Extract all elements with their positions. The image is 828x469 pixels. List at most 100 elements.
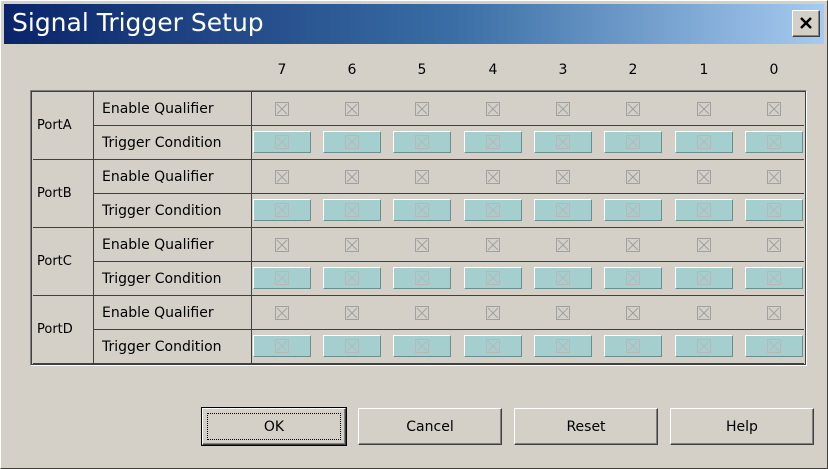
enable-qualifier-checkbox[interactable] [626, 102, 640, 116]
x-mark-icon [416, 340, 428, 352]
trigger-grid: PortA Enable Qualifier Trigger Condition Po… [30, 90, 807, 366]
x-mark-icon [627, 204, 639, 216]
x-mark-icon [416, 272, 428, 284]
trigger-condition-cell[interactable] [464, 131, 522, 153]
enable-qualifier-checkbox[interactable] [556, 102, 570, 116]
trigger-condition-cell[interactable] [745, 131, 803, 153]
enable-qualifier-checkbox[interactable] [415, 238, 429, 252]
x-mark-icon [768, 340, 780, 352]
trigger-condition-cell[interactable] [323, 199, 381, 221]
trigger-condition-cell[interactable] [745, 267, 803, 289]
trigger-condition-cell[interactable] [675, 131, 733, 153]
x-mark-icon [276, 136, 288, 148]
enable-qualifier-checkbox[interactable] [556, 238, 570, 252]
trigger-condition-cell[interactable] [393, 131, 451, 153]
enable-qualifier-checkbox[interactable] [486, 102, 500, 116]
trigger-condition-cell[interactable] [323, 267, 381, 289]
enable-qualifier-checkbox[interactable] [486, 306, 500, 320]
enable-qualifier-checkbox[interactable] [486, 170, 500, 184]
enable-qualifier-checkbox[interactable] [767, 306, 781, 320]
reset-button-label: Reset [566, 418, 606, 435]
trigger-condition-cell[interactable] [675, 199, 733, 221]
close-button[interactable] [792, 10, 820, 37]
port-label: PortC [33, 228, 94, 296]
enable-qualifier-checkbox[interactable] [697, 102, 711, 116]
enable-qualifier-checkbox[interactable] [767, 102, 781, 116]
x-mark-icon [346, 340, 358, 352]
x-mark-icon [768, 103, 780, 115]
trigger-condition-cell[interactable] [323, 335, 381, 357]
trigger-condition-cell[interactable] [604, 335, 662, 357]
trigger-condition-cell[interactable] [253, 199, 311, 221]
trigger-condition-cell[interactable] [675, 335, 733, 357]
enable-qualifier-checkbox[interactable] [275, 102, 289, 116]
enable-qualifier-checkbox[interactable] [275, 170, 289, 184]
x-mark-icon [557, 239, 569, 251]
trigger-condition-cell[interactable] [393, 335, 451, 357]
trigger-condition-cell[interactable] [675, 267, 733, 289]
trigger-condition-cell[interactable] [253, 267, 311, 289]
x-mark-icon [627, 136, 639, 148]
trigger-condition-cell[interactable] [253, 335, 311, 357]
enable-qualifier-checkbox[interactable] [345, 238, 359, 252]
x-mark-icon [416, 103, 428, 115]
enable-qualifier-checkbox[interactable] [556, 306, 570, 320]
trigger-condition-cell[interactable] [604, 199, 662, 221]
x-mark-icon [627, 103, 639, 115]
enable-qualifier-checkbox[interactable] [626, 238, 640, 252]
trigger-condition-cell[interactable] [745, 199, 803, 221]
enable-qualifier-checkbox[interactable] [767, 238, 781, 252]
cancel-button[interactable]: Cancel [358, 408, 502, 445]
x-mark-icon [698, 340, 710, 352]
trigger-condition-cell[interactable] [534, 335, 592, 357]
ok-button[interactable]: OK [201, 407, 347, 446]
x-mark-icon [416, 171, 428, 183]
trigger-condition-cell[interactable] [323, 131, 381, 153]
trigger-condition-cell[interactable] [604, 131, 662, 153]
enable-qualifier-checkbox[interactable] [486, 238, 500, 252]
x-mark-icon [487, 136, 499, 148]
x-mark-icon [487, 204, 499, 216]
enable-qualifier-checkbox[interactable] [415, 170, 429, 184]
enable-qualifier-checkbox[interactable] [767, 170, 781, 184]
enable-qualifier-checkbox[interactable] [345, 306, 359, 320]
x-mark-icon [276, 340, 288, 352]
x-mark-icon [627, 307, 639, 319]
x-mark-icon [487, 340, 499, 352]
trigger-condition-cell[interactable] [393, 267, 451, 289]
trigger-condition-cell[interactable] [253, 131, 311, 153]
enable-qualifier-checkbox[interactable] [275, 306, 289, 320]
title-bar[interactable]: Signal Trigger Setup [4, 4, 824, 44]
trigger-condition-cell[interactable] [464, 335, 522, 357]
reset-button[interactable]: Reset [514, 408, 658, 445]
x-mark-icon [487, 272, 499, 284]
trigger-condition-cell[interactable] [745, 335, 803, 357]
port-label: PortD [33, 296, 94, 364]
trigger-condition-cell[interactable] [464, 267, 522, 289]
enable-qualifier-checkbox[interactable] [415, 102, 429, 116]
enable-qualifier-checkbox[interactable] [275, 238, 289, 252]
enable-qualifier-label: Enable Qualifier [94, 228, 252, 262]
enable-qualifier-checkbox[interactable] [626, 170, 640, 184]
enable-qualifier-checkbox[interactable] [697, 306, 711, 320]
x-mark-icon [768, 171, 780, 183]
trigger-condition-cell[interactable] [393, 199, 451, 221]
trigger-condition-cell[interactable] [534, 131, 592, 153]
trigger-condition-cell[interactable] [534, 199, 592, 221]
enable-qualifier-checkbox[interactable] [626, 306, 640, 320]
trigger-condition-label: Trigger Condition [94, 330, 252, 364]
x-mark-icon [768, 136, 780, 148]
enable-qualifier-checkbox[interactable] [697, 170, 711, 184]
enable-qualifier-checkbox[interactable] [345, 102, 359, 116]
trigger-condition-label: Trigger Condition [94, 126, 252, 160]
enable-qualifier-checkbox[interactable] [415, 306, 429, 320]
trigger-condition-cell[interactable] [604, 267, 662, 289]
x-mark-icon [698, 171, 710, 183]
x-mark-icon [627, 340, 639, 352]
trigger-condition-cell[interactable] [534, 267, 592, 289]
enable-qualifier-checkbox[interactable] [697, 238, 711, 252]
trigger-condition-cell[interactable] [464, 199, 522, 221]
enable-qualifier-checkbox[interactable] [556, 170, 570, 184]
help-button[interactable]: Help [670, 408, 814, 445]
enable-qualifier-checkbox[interactable] [345, 170, 359, 184]
